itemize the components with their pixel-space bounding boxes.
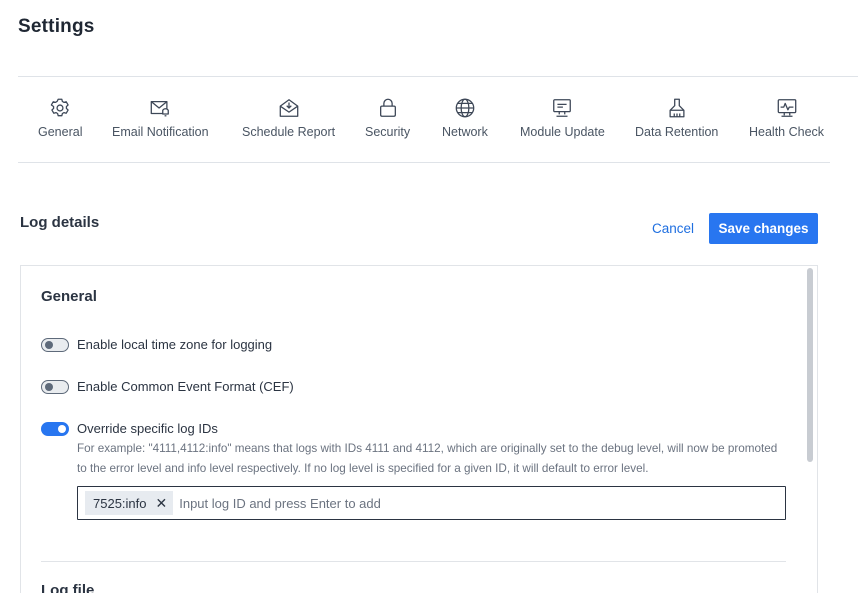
- nav-item-network[interactable]: Network: [442, 97, 488, 139]
- cef-toggle[interactable]: [41, 379, 69, 394]
- nav-item-general[interactable]: General: [38, 97, 82, 139]
- log-id-input[interactable]: [179, 495, 680, 511]
- override-log-ids-toggle[interactable]: [41, 421, 69, 436]
- nav-item-label: Email Notification: [112, 125, 209, 139]
- toggle-knob: [58, 424, 66, 433]
- nav-item-label: Schedule Report: [242, 125, 336, 139]
- toggle-label: Override specific log IDs: [77, 421, 218, 436]
- toggle-knob: [45, 382, 53, 391]
- toggle-row-cef: Enable Common Event Format (CEF): [41, 379, 294, 394]
- nav-item-label: Health Check: [749, 125, 825, 139]
- toggle-label: Enable local time zone for logging: [77, 337, 273, 352]
- close-icon[interactable]: ✕: [156, 496, 168, 510]
- page-title: Settings: [18, 16, 95, 37]
- toggle-label: Enable Common Event Format (CEF): [77, 379, 294, 394]
- lock-icon: [377, 97, 399, 119]
- toggle-row-local-time-zone: Enable local time zone for logging: [41, 337, 272, 352]
- nav-item-health-check[interactable]: Health Check: [749, 97, 824, 139]
- nav-item-label: Data Retention: [635, 125, 719, 139]
- section-divider: [41, 561, 786, 562]
- settings-nav: General Email Notification Schedule Repo…: [18, 77, 858, 162]
- nav-item-label: Network: [442, 125, 488, 139]
- panel-scrollbar[interactable]: [807, 268, 813, 462]
- globe-icon: [454, 97, 476, 119]
- nav-item-label: Security: [365, 125, 411, 139]
- general-group-title: General: [41, 288, 97, 305]
- nav-item-label: General: [38, 125, 83, 139]
- nav-item-label: Module Update: [520, 125, 605, 139]
- nav-item-security[interactable]: Security: [365, 97, 410, 139]
- log-id-tag-input[interactable]: 7525:info ✕: [77, 486, 786, 520]
- local-time-zone-toggle[interactable]: [41, 337, 69, 352]
- data-retention-icon: [666, 97, 688, 119]
- log-file-group-title: Log file: [41, 582, 95, 593]
- toggle-knob: [45, 340, 53, 349]
- save-changes-button[interactable]: Save changes: [709, 213, 818, 244]
- email-notification-icon: [149, 97, 171, 119]
- nav-item-schedule-report[interactable]: Schedule Report: [242, 97, 335, 139]
- nav-item-module-update[interactable]: Module Update: [520, 97, 605, 139]
- toggle-row-override-log-ids: Override specific log IDs: [41, 421, 218, 436]
- log-details-panel: General Enable local time zone for loggi…: [20, 265, 818, 593]
- section-title: Log details: [20, 214, 100, 231]
- nav-item-data-retention[interactable]: Data Retention: [635, 97, 718, 139]
- schedule-report-icon: [278, 97, 300, 119]
- cancel-button[interactable]: Cancel: [642, 213, 704, 244]
- nav-divider-bottom: [18, 162, 830, 163]
- tag-label: 7525:info: [93, 495, 147, 511]
- override-help-text: For example: "4111,4112:info" means that…: [77, 442, 778, 475]
- gear-icon: [49, 97, 71, 119]
- nav-item-email-notification[interactable]: Email Notification: [112, 97, 209, 139]
- log-id-tag: 7525:info ✕: [85, 491, 174, 515]
- module-update-icon: [551, 97, 573, 119]
- health-check-icon: [776, 97, 798, 119]
